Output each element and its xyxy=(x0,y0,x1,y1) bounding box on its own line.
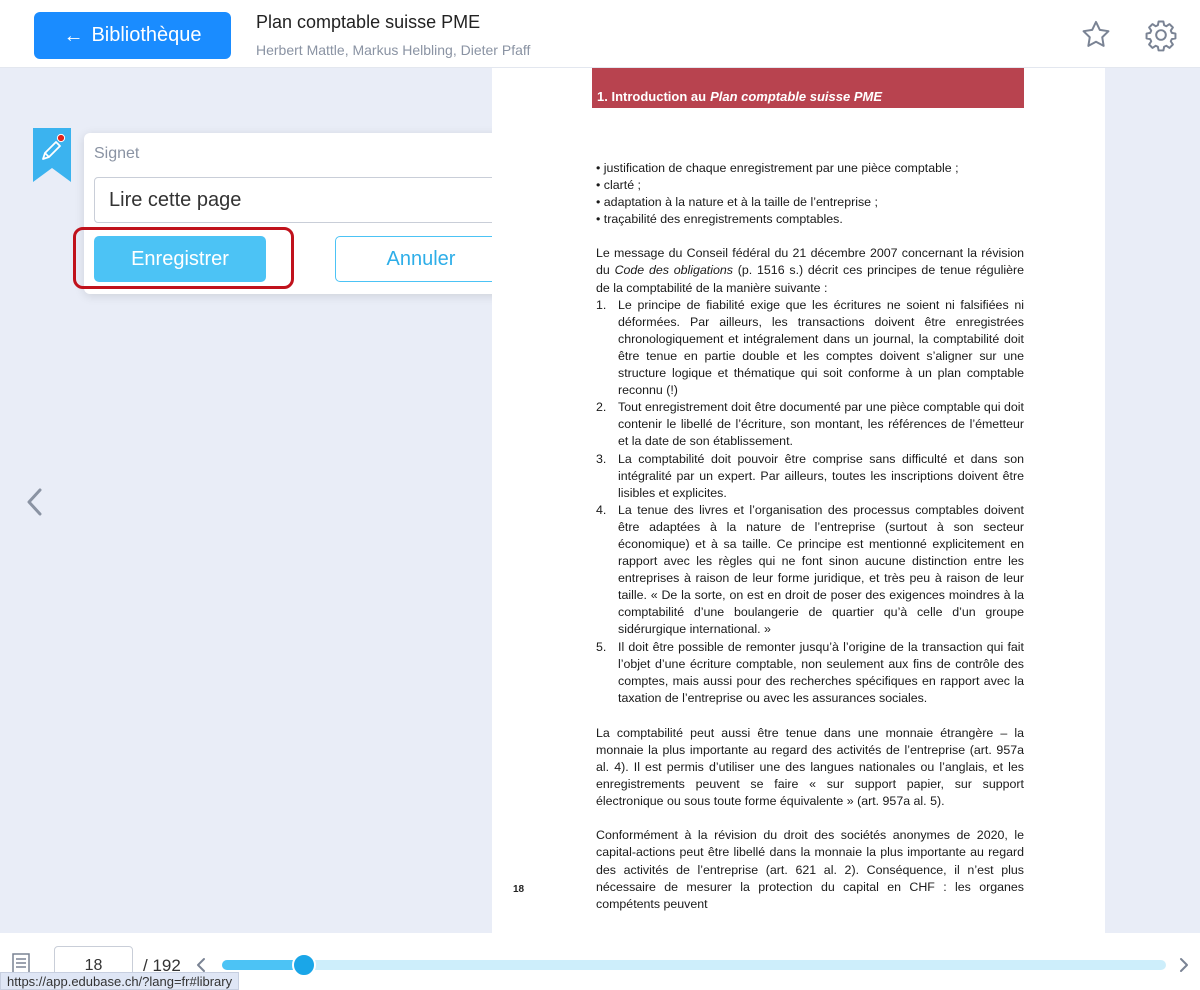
bullet-item: • adaptation à la nature et à la taille … xyxy=(596,195,878,210)
library-back-button[interactable]: ← Bibliothèque xyxy=(34,12,231,59)
page-progress-slider[interactable] xyxy=(222,960,1166,970)
paragraph-currency: La comptabilité peut aussi être tenue da… xyxy=(596,725,1024,809)
numbered-list: 1. Le principe de fiabilité exige que les… xyxy=(596,297,1024,707)
chevron-left-icon[interactable] xyxy=(195,957,207,973)
page-number: 18 xyxy=(513,884,525,895)
bullet-item: • clarté ; xyxy=(596,178,641,193)
book-authors: Herbert Mattle, Markus Helbling, Dieter … xyxy=(256,42,531,58)
gear-icon[interactable] xyxy=(1144,18,1178,52)
list-item: 4. La tenue des livres et l’organisation … xyxy=(596,502,1024,637)
list-item: 3. La comptabilité doit pouvoir être comp… xyxy=(596,451,1024,500)
slider-thumb[interactable] xyxy=(292,953,317,977)
bookmark-name-input[interactable] xyxy=(94,177,507,223)
bullet-item: • traçabilité des enregistrements compta… xyxy=(596,212,843,227)
save-button[interactable]: Enregistrer xyxy=(94,236,266,282)
list-item: 2. Tout enregistrement doit être document… xyxy=(596,400,1024,449)
book-title: Plan comptable suisse PME xyxy=(256,12,481,32)
list-item: 5. Il doit être possible de remonter jusq… xyxy=(596,639,1024,705)
arrow-left-icon: ← xyxy=(63,24,84,47)
page-body: • justification de chaque enregistrement… xyxy=(596,160,1024,913)
chevron-right-icon[interactable] xyxy=(1178,957,1190,973)
intro-paragraph: Le message du Conseil fédéral du 21 déce… xyxy=(596,246,1024,295)
status-url: https://app.edubase.ch/?lang=fr#library xyxy=(0,972,240,990)
bookmark-edit-icon[interactable] xyxy=(33,128,71,182)
chapter-prefix: 1. Introduction au xyxy=(597,89,707,104)
book-page: 1. Introduction au Plan comptable suisse… xyxy=(492,68,1105,933)
star-icon[interactable] xyxy=(1079,18,1113,52)
top-header: ← Bibliothèque Plan comptable suisse PME… xyxy=(0,0,1200,68)
list-item: 1. Le principe de fiabilité exige que les… xyxy=(596,297,1024,398)
bullet-item: • justification de chaque enregistrement… xyxy=(596,161,959,175)
cancel-button[interactable]: Annuler xyxy=(335,236,507,282)
paragraph-capital: Conformément à la révision du droit des … xyxy=(596,828,1024,911)
chapter-banner: 1. Introduction au Plan comptable suisse… xyxy=(592,68,1024,108)
bullet-list: • justification de chaque enregistrement… xyxy=(596,160,1024,228)
chapter-italic: Plan comptable suisse PME xyxy=(710,89,883,104)
chevron-left-icon[interactable] xyxy=(22,486,48,518)
bookmark-label: Signet xyxy=(94,145,140,162)
library-back-label: Bibliothèque xyxy=(91,24,202,46)
